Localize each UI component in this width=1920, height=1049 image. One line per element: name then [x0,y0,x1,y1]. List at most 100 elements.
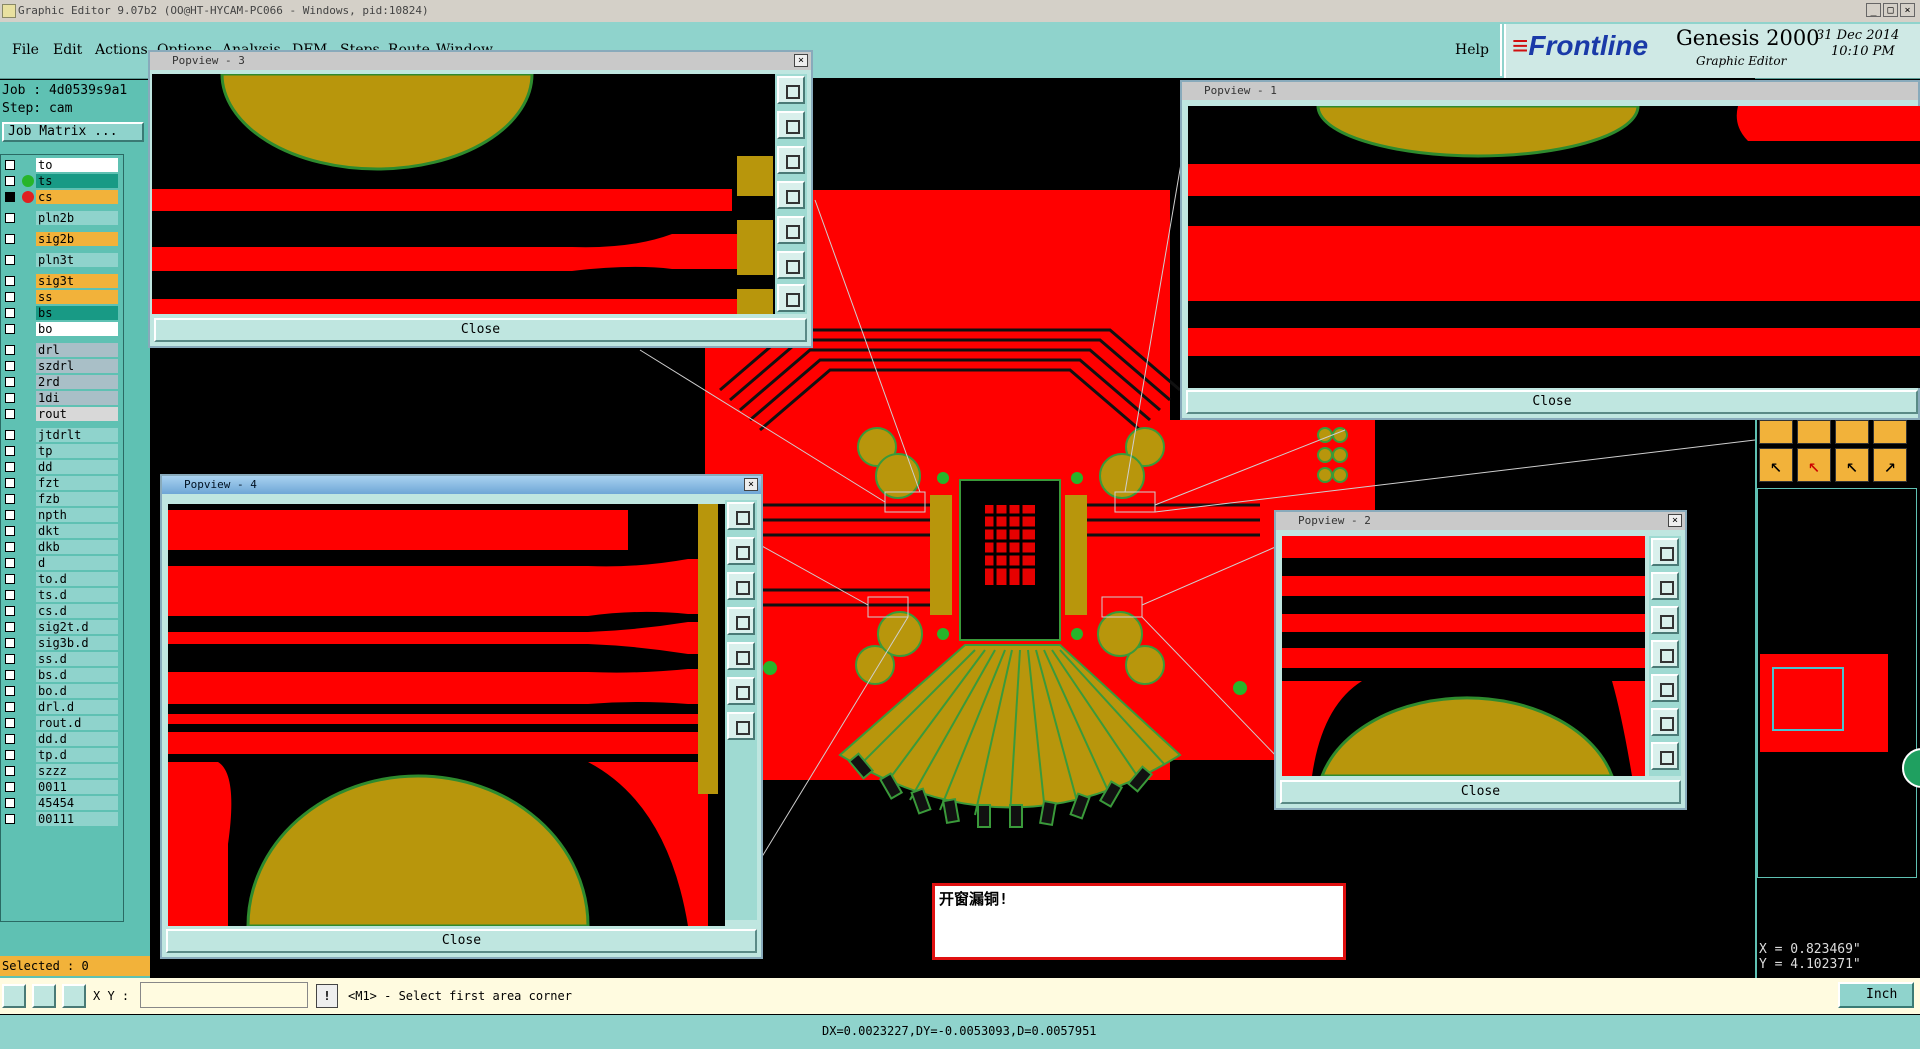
job-matrix-button[interactable]: Job Matrix ... [2,122,144,142]
unit-selector[interactable]: Inch [1838,982,1914,1008]
layer-row-to-d[interactable]: to.d [0,572,120,586]
popview-tool-button[interactable] [727,502,755,530]
layer-row-sig3b-d[interactable]: sig3b.d [0,636,120,650]
popview-tool-button[interactable] [1651,708,1679,736]
popview-tool-button[interactable] [727,537,755,565]
mini-map-viewport[interactable] [1772,667,1844,731]
layer-row-cs[interactable]: cs [0,190,120,204]
popview-tool-button[interactable] [1651,640,1679,668]
layer-row-bs-d[interactable]: bs.d [0,668,120,682]
layer-row-drl[interactable]: drl [0,343,120,357]
popview-tool-button[interactable] [777,181,805,209]
shape-tool-button[interactable] [1873,420,1907,444]
layer-row-pln2b[interactable]: pln2b [0,211,120,225]
popview-tool-button[interactable] [777,146,805,174]
layer-row-d[interactable]: d [0,556,120,570]
layer-row-sig2t-d[interactable]: sig2t.d [0,620,120,634]
popview-canvas[interactable] [1282,536,1645,776]
popview-tool-button[interactable] [1651,606,1679,634]
layer-row-dkb[interactable]: dkb [0,540,120,554]
popview-tool-button[interactable] [1651,572,1679,600]
layer-row-1di[interactable]: 1di [0,391,120,405]
select-mode-icon[interactable] [2,984,26,1008]
layer-row-dkt[interactable]: dkt [0,524,120,538]
minimize-button[interactable]: _ [1866,3,1881,17]
menu-edit[interactable]: Edit [53,42,82,58]
grid-icon[interactable] [62,984,86,1008]
layer-row-rout-d[interactable]: rout.d [0,716,120,730]
layer-row-ss-d[interactable]: ss.d [0,652,120,666]
popview-tool-button[interactable] [727,607,755,635]
close-button[interactable]: × [1900,3,1915,17]
popview-canvas[interactable] [152,74,775,314]
layer-row-to[interactable]: to [0,158,120,172]
popview-tool-button[interactable] [1651,674,1679,702]
popview-close-button[interactable]: Close [1186,390,1918,414]
menu-help[interactable]: Help [1455,42,1489,58]
select-arrow-icon[interactable]: ↗ [1873,448,1907,482]
popview-tool-button[interactable] [727,712,755,740]
select-arrow-icon[interactable]: ↖ [1797,448,1831,482]
popview-close-button[interactable]: Close [1280,780,1681,804]
layer-name: ss [36,290,118,304]
close-icon[interactable]: × [1668,514,1682,527]
layer-row-cs-d[interactable]: cs.d [0,604,120,618]
layer-row-tp[interactable]: tp [0,444,120,458]
popview-tool-button[interactable] [777,284,805,312]
layer-row-sig3t[interactable]: sig3t [0,274,120,288]
layer-row-ts[interactable]: ts [0,174,120,188]
shape-tool-button[interactable] [1835,420,1869,444]
popview-tool-button[interactable] [777,111,805,139]
layer-row-szdrl[interactable]: szdrl [0,359,120,373]
close-icon[interactable]: × [744,478,758,491]
xy-input[interactable] [140,982,308,1008]
popview-tool-button[interactable] [777,76,805,104]
popview-close-button[interactable]: Close [154,318,807,342]
layer-row-fzt[interactable]: fzt [0,476,120,490]
layer-name: bs.d [36,668,118,682]
layer-row-00111[interactable]: 00111 [0,812,120,826]
select-arrow-icon[interactable]: ↖ [1759,448,1793,482]
popview-tool-button[interactable] [777,216,805,244]
layer-row-45454[interactable]: 45454 [0,796,120,810]
popview-canvas[interactable] [168,504,725,926]
popview-tool-button[interactable] [777,251,805,279]
info-icon[interactable]: ! [316,984,338,1008]
layer-row-ts-d[interactable]: ts.d [0,588,120,602]
popview-tool-button[interactable] [1651,538,1679,566]
shape-tool-button[interactable] [1797,420,1831,444]
popview-1: Popview - 1 Close [1180,80,1920,420]
layer-name: fzb [36,492,118,506]
layer-row-0011[interactable]: 0011 [0,780,120,794]
layer-row-szzz[interactable]: szzz [0,764,120,778]
layer-row-drl-d[interactable]: drl.d [0,700,120,714]
popview-tool-button[interactable] [727,572,755,600]
menu-file[interactable]: File [12,42,39,58]
layer-row-bs[interactable]: bs [0,306,120,320]
mini-map[interactable] [1757,488,1917,878]
layer-row-npth[interactable]: npth [0,508,120,522]
popview-tool-button[interactable] [727,642,755,670]
layer-row-dd-d[interactable]: dd.d [0,732,120,746]
layer-row-bo-d[interactable]: bo.d [0,684,120,698]
menu-actions[interactable]: Actions [95,42,148,58]
popview-close-button[interactable]: Close [166,929,757,953]
popview-tool-button[interactable] [727,677,755,705]
popview-canvas[interactable] [1188,106,1920,388]
layer-row-tp-d[interactable]: tp.d [0,748,120,762]
layer-row-sig2b[interactable]: sig2b [0,232,120,246]
layer-row-ss[interactable]: ss [0,290,120,304]
popview-tool-button[interactable] [1651,742,1679,770]
layer-row-bo[interactable]: bo [0,322,120,336]
maximize-button[interactable]: □ [1883,3,1898,17]
shape-tool-button[interactable] [1759,420,1793,444]
measure-icon[interactable] [32,984,56,1008]
layer-row-2rd[interactable]: 2rd [0,375,120,389]
layer-row-pln3t[interactable]: pln3t [0,253,120,267]
layer-row-fzb[interactable]: fzb [0,492,120,506]
close-icon[interactable]: × [794,54,808,67]
layer-row-jtdrlt[interactable]: jtdrlt [0,428,120,442]
layer-row-rout[interactable]: rout [0,407,120,421]
layer-row-dd[interactable]: dd [0,460,120,474]
select-arrow-icon[interactable]: ↖ [1835,448,1869,482]
